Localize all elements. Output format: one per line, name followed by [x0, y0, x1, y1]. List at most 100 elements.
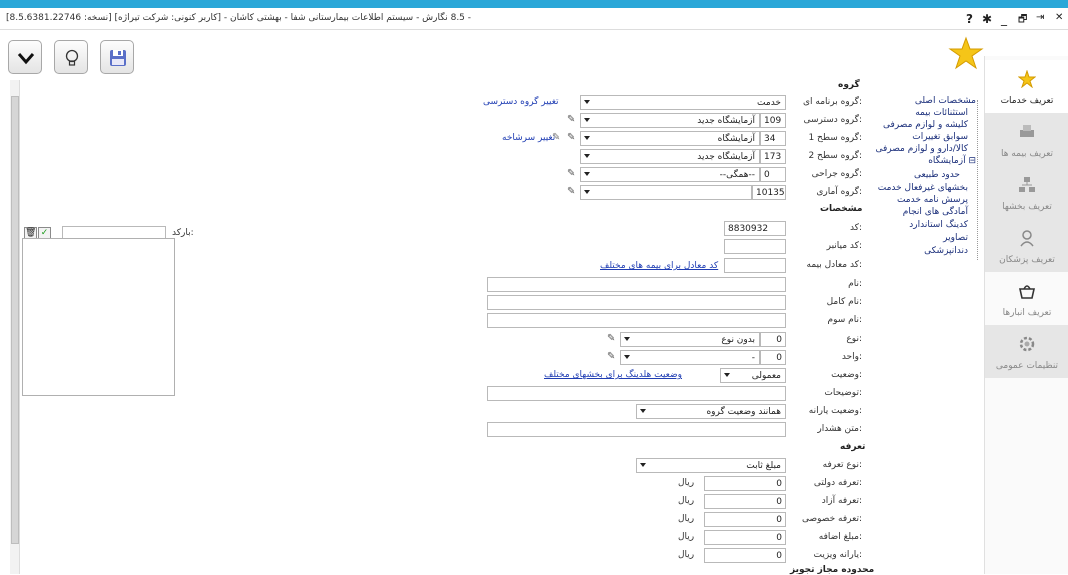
tariff-type-label: نوع تعرفه: — [822, 460, 862, 470]
currency-unit: ریال — [678, 532, 695, 542]
tariff-type-select[interactable]: مبلغ ثابت — [636, 458, 786, 473]
insurance-eq-code-input[interactable] — [724, 258, 786, 273]
restore-button[interactable]: 🗗 — [1018, 12, 1027, 29]
type-code[interactable]: 0 — [760, 332, 786, 347]
save-button[interactable] — [100, 40, 134, 74]
level2-group-select[interactable]: آزمایشگاه جدید — [580, 149, 760, 164]
edit-pencil-icon[interactable]: ✎ — [567, 186, 575, 197]
gear-icon[interactable]: ✱ — [982, 12, 992, 26]
edit-pencil-icon[interactable]: ✎ — [567, 132, 575, 143]
stat-group-select[interactable] — [580, 185, 752, 200]
close-button[interactable]: ✕ — [1055, 12, 1063, 23]
tariff-value-input[interactable]: 0 — [704, 512, 786, 527]
doctor-icon — [1020, 230, 1034, 247]
nav-label: تعریف خدمات — [1000, 96, 1054, 106]
warning-text-input[interactable] — [487, 422, 786, 437]
nav-general-settings[interactable]: تنظیمات عمومی — [985, 325, 1068, 378]
star-logo-icon — [948, 36, 984, 70]
barcode-label: بارکد: — [172, 228, 194, 238]
unit-label: واحد: — [841, 352, 862, 362]
currency-unit: ریال — [678, 478, 695, 488]
nav-warehouse-definition[interactable]: تعریف انبارها — [985, 272, 1068, 325]
tariff-value-input[interactable]: 0 — [704, 548, 786, 563]
code-input[interactable]: 8830932 — [724, 221, 786, 236]
tree-item[interactable]: کلیشه و لوازم مصرفی — [883, 120, 968, 130]
level1-group-select[interactable]: آزمایشگاه — [580, 131, 760, 146]
level1-group-code[interactable]: 34 — [760, 131, 786, 146]
surgery-group-select[interactable]: --همگی-- — [580, 167, 760, 182]
vertical-scrollbar[interactable] — [10, 80, 20, 574]
barcode-list[interactable] — [22, 238, 175, 396]
nav-label: تعریف بیمه ها — [1000, 149, 1054, 159]
edit-pencil-icon[interactable]: ✎ — [567, 114, 575, 125]
tariff-value-input[interactable]: 0 — [704, 530, 786, 545]
floppy-disk-icon — [110, 50, 126, 66]
tariff-row-label: تعرفه دولتی: — [813, 478, 862, 488]
shortcut-code-input[interactable] — [724, 239, 786, 254]
program-group-select[interactable]: خدمت — [580, 95, 786, 110]
tariff-value-input[interactable]: 0 — [704, 476, 786, 491]
edit-pencil-icon[interactable]: ✎ — [607, 351, 615, 362]
nav-insurance-definition[interactable]: تعریف بیمه ها — [985, 113, 1068, 166]
tree-item[interactable]: دندانپزشکی — [924, 246, 968, 256]
minimize-button[interactable]: _ — [1001, 12, 1007, 26]
nav-label: تعریف پزشکان — [999, 255, 1055, 265]
edit-pencil-icon[interactable]: ✎ — [552, 132, 560, 143]
insurance-eq-link[interactable]: کد معادل برای بیمه های مختلف — [600, 261, 718, 271]
holding-status-link[interactable]: وضعیت هلدینگ برای بخشهای مختلف — [544, 370, 682, 380]
tree-item[interactable]: آمادگی های انجام — [903, 207, 968, 217]
name-input[interactable] — [487, 277, 786, 292]
tree-item[interactable]: سوابق تغییرات — [912, 132, 968, 142]
basket-icon — [1019, 285, 1035, 299]
nav-label: تعریف بخشها — [1002, 202, 1052, 212]
tree-item[interactable]: تصاویر — [943, 233, 968, 243]
window-title: [8.5.6381.22746 :نسخه] 8.5 نگارش - سیستم… — [6, 13, 472, 23]
tree-item[interactable]: بخشهای غیرفعال خدمت — [878, 183, 968, 193]
unit-select[interactable]: - — [620, 350, 760, 365]
access-group-label: گروه دسترسی: — [803, 115, 863, 125]
surgery-group-label: گروه جراحی: — [811, 169, 862, 179]
tree-item[interactable]: حدود طبیعی — [914, 170, 960, 180]
tree-item[interactable]: مشخصات اصلی — [915, 96, 976, 106]
nav-doctor-definition[interactable]: تعریف پزشکان — [985, 219, 1068, 272]
level2-group-code[interactable]: 173 — [760, 149, 786, 164]
tree-item[interactable]: ⊟ آزمایشگاه — [928, 156, 976, 166]
change-access-group-link[interactable]: تغییر گروه دسترسی — [483, 97, 559, 107]
description-input[interactable] — [487, 386, 786, 401]
tree-connector — [977, 100, 978, 260]
change-header-link[interactable]: تغییر سرشاخه — [502, 133, 555, 143]
org-chart-icon — [1019, 177, 1035, 192]
toolbar — [8, 38, 1008, 80]
tariff-row-label: یارانه ویزیت: — [813, 550, 863, 560]
level2-group-label: گروه سطح 2: — [808, 151, 862, 161]
tree-item[interactable]: کالا/دارو و لوازم مصرفی — [875, 144, 968, 154]
scroll-thumb[interactable] — [11, 96, 19, 544]
help-button[interactable]: ? — [966, 12, 973, 26]
exit-icon[interactable]: ⇥ — [1036, 12, 1044, 23]
right-navigation: تعریف خدمات تعریف بیمه ها تعریف بخشها تع… — [984, 56, 1068, 574]
thirdname-input[interactable] — [487, 313, 786, 328]
access-group-select[interactable]: آزمایشگاه جدید — [580, 113, 760, 128]
access-group-code[interactable]: 109 — [760, 113, 786, 128]
surgery-group-code[interactable]: 0 — [760, 167, 786, 182]
hint-button[interactable] — [54, 40, 88, 74]
tariff-value-input[interactable]: 0 — [704, 494, 786, 509]
status-select[interactable]: معمولی — [720, 368, 786, 383]
nav-department-definition[interactable]: تعریف بخشها — [985, 166, 1068, 219]
unit-code[interactable]: 0 — [760, 350, 786, 365]
printer-icon — [1020, 125, 1034, 137]
fullname-input[interactable] — [487, 295, 786, 310]
tariff-row-label: تعرفه آزاد: — [821, 496, 862, 506]
tree-item[interactable]: پرسش نامه خدمت — [897, 195, 968, 205]
type-select[interactable]: بدون نوع — [620, 332, 760, 347]
dropdown-toolbar-button[interactable] — [8, 40, 42, 74]
edit-pencil-icon[interactable]: ✎ — [567, 168, 575, 179]
tree-item[interactable]: کدینگ استاندارد — [909, 220, 968, 230]
form-area: گروه گروه برنامه ای: خدمت تغییر گروه دست… — [20, 80, 874, 575]
edit-pencil-icon[interactable]: ✎ — [607, 333, 615, 344]
nav-service-definition[interactable]: تعریف خدمات — [985, 60, 1068, 113]
lightbulb-icon — [65, 49, 79, 66]
tree-item[interactable]: استثنائات بیمه — [915, 108, 968, 118]
stat-group-code[interactable]: 10135 — [752, 185, 786, 200]
subsidy-status-select[interactable]: همانند وضعیت گروه — [636, 404, 786, 419]
